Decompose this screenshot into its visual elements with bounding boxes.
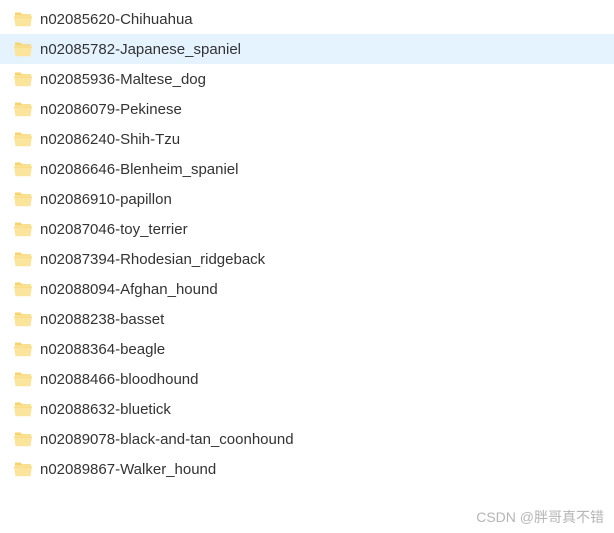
folder-row[interactable]: n02088632-bluetick bbox=[0, 394, 614, 424]
folder-name: n02088466-bloodhound bbox=[40, 371, 199, 388]
folder-name: n02086646-Blenheim_spaniel bbox=[40, 161, 239, 178]
folder-name: n02085620-Chihuahua bbox=[40, 11, 193, 28]
folder-row[interactable]: n02085620-Chihuahua bbox=[0, 4, 614, 34]
folder-row[interactable]: n02088094-Afghan_hound bbox=[0, 274, 614, 304]
folder-row[interactable]: n02088466-bloodhound bbox=[0, 364, 614, 394]
folder-row[interactable]: n02086910-papillon bbox=[0, 184, 614, 214]
folder-row[interactable]: n02087046-toy_terrier bbox=[0, 214, 614, 244]
folder-icon bbox=[14, 432, 32, 447]
folder-name: n02089078-black-and-tan_coonhound bbox=[40, 431, 294, 448]
folder-name: n02087046-toy_terrier bbox=[40, 221, 188, 238]
folder-name: n02086910-papillon bbox=[40, 191, 172, 208]
folder-name: n02086240-Shih-Tzu bbox=[40, 131, 180, 148]
folder-icon bbox=[14, 162, 32, 177]
folder-name: n02088364-beagle bbox=[40, 341, 165, 358]
folder-icon bbox=[14, 222, 32, 237]
folder-row[interactable]: n02088364-beagle bbox=[0, 334, 614, 364]
folder-row[interactable]: n02089867-Walker_hound bbox=[0, 454, 614, 484]
folder-name: n02089867-Walker_hound bbox=[40, 461, 216, 478]
folder-icon bbox=[14, 42, 32, 57]
folder-icon bbox=[14, 132, 32, 147]
folder-name: n02088632-bluetick bbox=[40, 401, 171, 418]
folder-icon bbox=[14, 462, 32, 477]
folder-name: n02088238-basset bbox=[40, 311, 164, 328]
folder-icon bbox=[14, 252, 32, 267]
folder-name: n02088094-Afghan_hound bbox=[40, 281, 218, 298]
folder-name: n02085782-Japanese_spaniel bbox=[40, 41, 241, 58]
folder-row[interactable]: n02086240-Shih-Tzu bbox=[0, 124, 614, 154]
folder-row[interactable]: n02087394-Rhodesian_ridgeback bbox=[0, 244, 614, 274]
file-list: n02085620-Chihuahua n02085782-Japanese_s… bbox=[0, 0, 614, 488]
folder-row[interactable]: n02085936-Maltese_dog bbox=[0, 64, 614, 94]
folder-row[interactable]: n02085782-Japanese_spaniel bbox=[0, 34, 614, 64]
folder-name: n02086079-Pekinese bbox=[40, 101, 182, 118]
folder-icon bbox=[14, 342, 32, 357]
folder-row[interactable]: n02088238-basset bbox=[0, 304, 614, 334]
folder-row[interactable]: n02086646-Blenheim_spaniel bbox=[0, 154, 614, 184]
folder-icon bbox=[14, 312, 32, 327]
folder-row[interactable]: n02089078-black-and-tan_coonhound bbox=[0, 424, 614, 454]
folder-icon bbox=[14, 192, 32, 207]
folder-row[interactable]: n02086079-Pekinese bbox=[0, 94, 614, 124]
folder-name: n02085936-Maltese_dog bbox=[40, 71, 206, 88]
folder-icon bbox=[14, 12, 32, 27]
folder-icon bbox=[14, 72, 32, 87]
folder-icon bbox=[14, 102, 32, 117]
folder-name: n02087394-Rhodesian_ridgeback bbox=[40, 251, 265, 268]
folder-icon bbox=[14, 282, 32, 297]
folder-icon bbox=[14, 372, 32, 387]
folder-icon bbox=[14, 402, 32, 417]
watermark-text: CSDN @胖哥真不错 bbox=[476, 507, 604, 527]
